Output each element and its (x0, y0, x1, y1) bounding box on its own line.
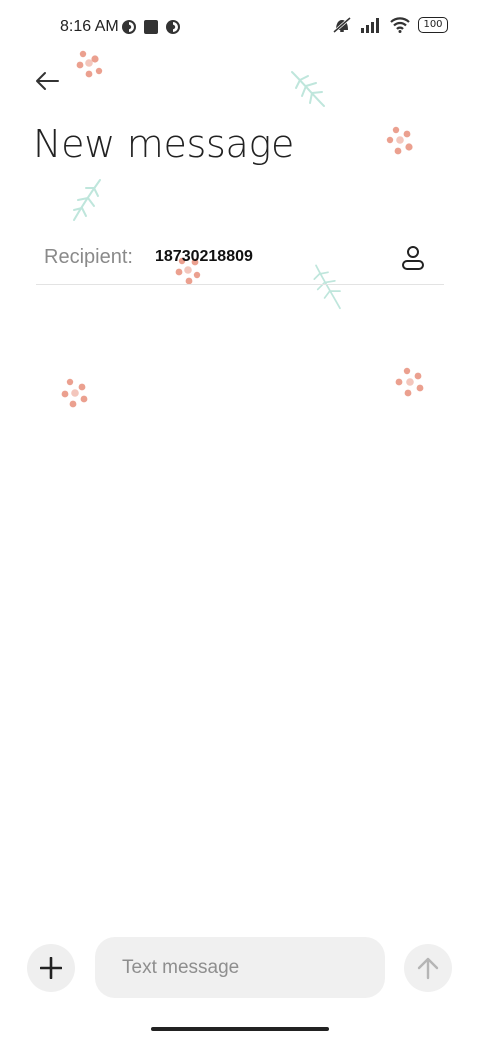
attach-button[interactable] (27, 944, 75, 992)
back-arrow-icon (36, 72, 59, 90)
page-title: New message (33, 122, 295, 166)
signal-icon (361, 18, 379, 33)
vibrate-off-icon (333, 16, 351, 34)
wifi-icon (390, 17, 410, 33)
status-indicators: 100 (332, 16, 448, 34)
recipient-field[interactable]: Recipient: 18730218809 (36, 232, 444, 285)
status-bar: 8:16 AM 100 (0, 0, 480, 56)
plus-icon (40, 957, 62, 979)
app-notification-icon (122, 20, 136, 34)
notification-icons (121, 19, 181, 35)
square-notification-icon (144, 20, 158, 34)
contact-icon (402, 246, 424, 270)
home-indicator[interactable] (151, 1027, 329, 1031)
leaf-decoration (291, 71, 325, 107)
add-contact-button[interactable] (398, 243, 428, 273)
app-notification-icon (166, 20, 180, 34)
recipient-label: Recipient: (44, 246, 133, 268)
battery-indicator: 100 (418, 17, 448, 33)
message-input[interactable] (95, 937, 385, 998)
status-time: 8:16 AM (60, 18, 119, 35)
flower-decoration (395, 367, 424, 397)
recipient-number[interactable]: 18730218809 (155, 248, 253, 266)
arrow-up-icon (417, 957, 439, 980)
leaf-decoration (73, 179, 101, 221)
flower-decoration (61, 378, 88, 408)
send-button[interactable] (404, 944, 452, 992)
flower-decoration (386, 126, 413, 155)
back-button[interactable] (30, 64, 64, 98)
